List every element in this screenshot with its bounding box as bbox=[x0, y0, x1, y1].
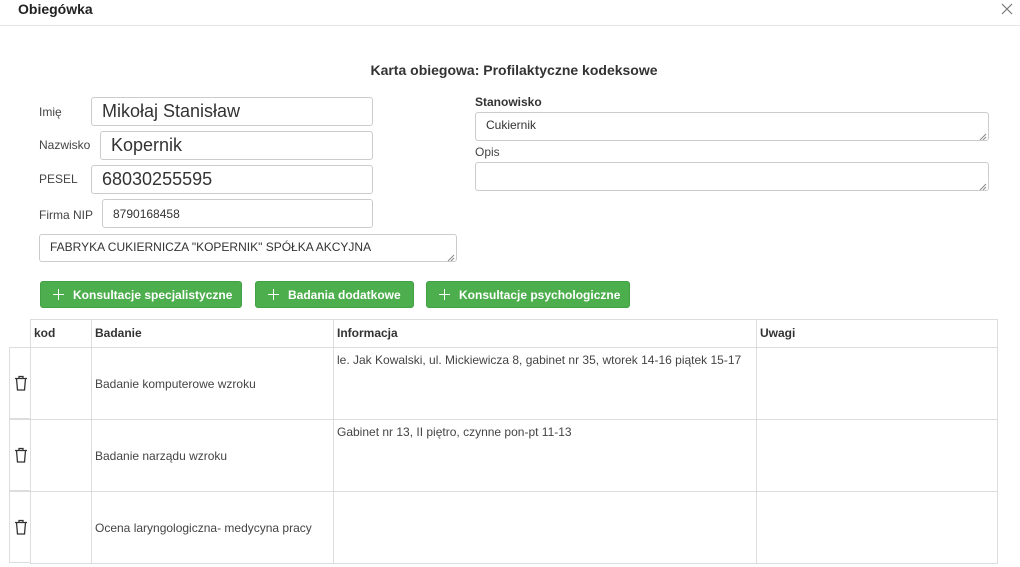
plus-icon bbox=[53, 289, 64, 300]
position-label: Stanowisko bbox=[475, 95, 542, 109]
table-row[interactable]: Badanie komputerowe wzroku le. Jak Kowal… bbox=[30, 347, 998, 420]
trash-icon bbox=[14, 375, 27, 391]
close-icon[interactable] bbox=[998, 0, 1016, 18]
cell-uwagi[interactable] bbox=[756, 347, 998, 420]
delete-row-button[interactable] bbox=[9, 491, 31, 563]
nip-label: Firma NIP bbox=[39, 208, 93, 222]
column-header-informacja[interactable]: Informacja bbox=[333, 319, 757, 348]
column-header-badanie[interactable]: Badanie bbox=[91, 319, 334, 348]
description-field[interactable] bbox=[475, 162, 989, 191]
column-header-kod[interactable]: kod bbox=[30, 319, 92, 348]
table-header-row: kod Badanie Informacja Uwagi bbox=[30, 319, 998, 348]
last-name-field[interactable]: Kopernik bbox=[100, 131, 373, 160]
add-specialist-consultation-button[interactable]: Konsultacje specjalistyczne bbox=[40, 281, 242, 308]
company-name-text: FABRYKA CUKIERNICZA "KOPERNIK" SPÓŁKA AK… bbox=[50, 240, 372, 254]
cell-informacja: le. Jak Kowalski, ul. Mickiewicza 8, gab… bbox=[333, 347, 757, 420]
cell-kod bbox=[30, 419, 92, 492]
position-field[interactable]: Cukiernik bbox=[475, 112, 989, 141]
cell-badanie: Ocena laryngologiczna- medycyna pracy bbox=[91, 491, 334, 564]
first-name-field[interactable]: Mikołaj Stanisław bbox=[91, 97, 373, 126]
plus-icon bbox=[268, 289, 279, 300]
position-text: Cukiernik bbox=[486, 118, 537, 132]
company-name-field[interactable]: FABRYKA CUKIERNICZA "KOPERNIK" SPÓŁKA AK… bbox=[39, 234, 457, 262]
add-additional-tests-button[interactable]: Badania dodatkowe bbox=[255, 281, 414, 308]
pesel-label: PESEL bbox=[39, 172, 78, 186]
cell-uwagi[interactable] bbox=[756, 419, 998, 492]
cell-badanie: Badanie narządu wzroku bbox=[91, 419, 334, 492]
trash-icon bbox=[14, 447, 27, 463]
dialog-header: Obiegówka bbox=[0, 0, 1020, 26]
cell-informacja: Gabinet nr 13, II piętro, czynne pon-pt … bbox=[333, 419, 757, 492]
pesel-field[interactable]: 68030255595 bbox=[91, 165, 373, 194]
exams-table: kod Badanie Informacja Uwagi Badanie kom… bbox=[30, 319, 998, 564]
resize-handle-icon[interactable] bbox=[978, 180, 987, 190]
cell-uwagi[interactable] bbox=[756, 491, 998, 564]
cell-badanie: Badanie komputerowe wzroku bbox=[91, 347, 334, 420]
trash-icon bbox=[14, 519, 27, 535]
delete-row-button[interactable] bbox=[9, 419, 31, 491]
cell-kod bbox=[30, 491, 92, 564]
cell-kod bbox=[30, 347, 92, 420]
resize-handle-icon[interactable] bbox=[978, 130, 987, 140]
add-psychological-consultation-button[interactable]: Konsultacje psychologiczne bbox=[426, 281, 630, 308]
dialog-title: Obiegówka bbox=[18, 1, 93, 17]
nip-field[interactable]: 8790168458 bbox=[102, 199, 373, 228]
button-label: Konsultacje psychologiczne bbox=[459, 287, 621, 302]
last-name-label: Nazwisko bbox=[39, 138, 91, 152]
resize-handle-icon[interactable] bbox=[446, 251, 455, 261]
button-label: Badania dodatkowe bbox=[288, 287, 401, 302]
form-title: Karta obiegowa: Profilaktyczne kodeksowe bbox=[370, 62, 658, 78]
plus-icon bbox=[439, 289, 450, 300]
column-header-uwagi[interactable]: Uwagi bbox=[756, 319, 998, 348]
table-row[interactable]: Ocena laryngologiczna- medycyna pracy bbox=[30, 491, 998, 564]
first-name-label: Imię bbox=[39, 105, 62, 119]
description-label: Opis bbox=[475, 145, 500, 159]
cell-informacja bbox=[333, 491, 757, 564]
table-row[interactable]: Badanie narządu wzroku Gabinet nr 13, II… bbox=[30, 419, 998, 492]
button-label: Konsultacje specjalistyczne bbox=[73, 287, 233, 302]
delete-row-button[interactable] bbox=[9, 347, 31, 419]
